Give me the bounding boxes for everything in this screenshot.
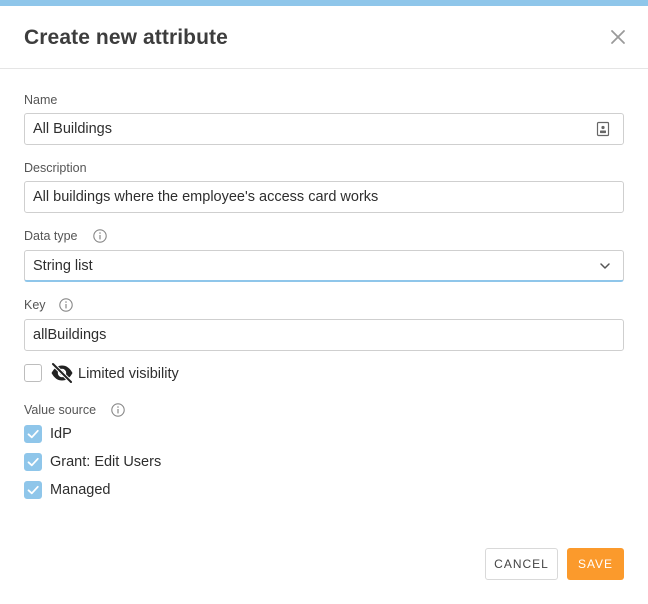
idp-checkbox[interactable] — [24, 425, 42, 443]
key-value: allBuildings — [33, 327, 107, 343]
close-button[interactable] — [606, 25, 630, 49]
check-icon — [27, 457, 39, 467]
chevron-down-icon[interactable] — [597, 258, 613, 274]
check-icon — [27, 485, 39, 495]
save-button[interactable]: SAVE — [567, 548, 624, 580]
info-icon[interactable] — [92, 228, 108, 244]
name-value: All Buildings — [33, 121, 112, 137]
data-type-label: Data type — [24, 229, 78, 243]
data-type-value: String list — [33, 258, 93, 274]
check-icon — [27, 429, 39, 439]
info-icon[interactable] — [110, 402, 126, 418]
description-input[interactable]: All buildings where the employee's acces… — [24, 181, 624, 213]
grant-edit-users-label: Grant: Edit Users — [50, 454, 162, 470]
eye-off-icon — [51, 362, 73, 384]
key-input[interactable]: allBuildings — [24, 319, 624, 351]
key-label: Key — [24, 298, 46, 312]
name-input[interactable]: All Buildings — [24, 113, 624, 145]
description-label: Description — [24, 161, 87, 175]
value-source-label: Value source — [24, 403, 97, 417]
description-value: All buildings where the employee's acces… — [33, 189, 379, 205]
info-icon[interactable] — [58, 297, 74, 313]
create-attribute-dialog: Create new attribute Name All Buildings … — [0, 6, 648, 604]
contact-card-icon[interactable] — [595, 121, 611, 137]
name-label: Name — [24, 93, 58, 107]
idp-label: IdP — [50, 426, 72, 442]
grant-edit-users-checkbox[interactable] — [24, 453, 42, 471]
dialog-header: Create new attribute — [0, 6, 648, 69]
dialog-title: Create new attribute — [24, 26, 228, 49]
managed-label: Managed — [50, 482, 111, 498]
limited-visibility-checkbox[interactable] — [24, 364, 42, 382]
cancel-button[interactable]: CANCEL — [485, 548, 558, 580]
managed-checkbox[interactable] — [24, 481, 42, 499]
close-icon — [611, 30, 625, 44]
data-type-select[interactable]: String list — [24, 250, 624, 282]
limited-visibility-label: Limited visibility — [78, 366, 179, 382]
